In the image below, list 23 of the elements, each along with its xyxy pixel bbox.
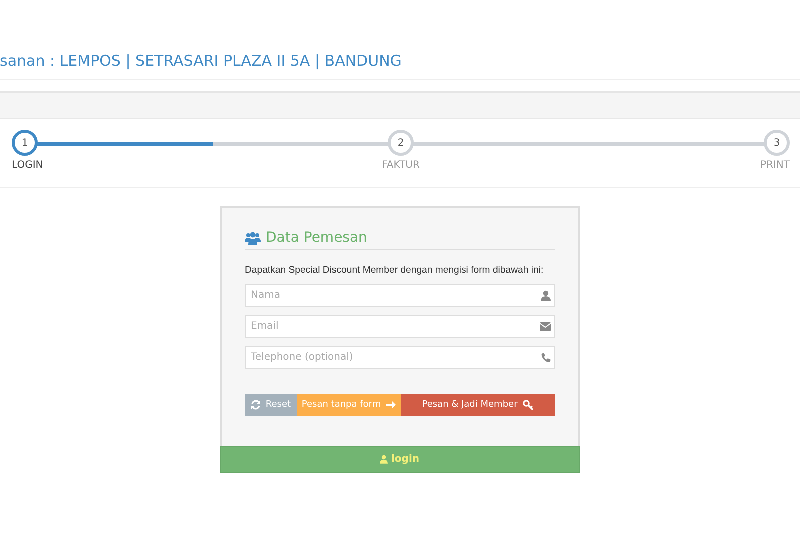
step-label: PRINT	[760, 160, 790, 171]
input-field[interactable]: Telephone (optional)	[245, 346, 555, 369]
step-circle: 3	[764, 130, 790, 156]
refresh-icon	[250, 400, 261, 410]
input-field[interactable]: Email	[245, 315, 555, 338]
input-field[interactable]: Nama	[245, 284, 555, 307]
member-button[interactable]: Pesan & Jadi Member	[401, 394, 555, 416]
user-icon	[541, 290, 551, 301]
users-icon	[245, 232, 261, 244]
login-button[interactable]: login	[220, 446, 580, 473]
step-circle: 1	[12, 130, 38, 156]
key-icon	[522, 400, 534, 410]
guest-button[interactable]: Pesan tanpa form	[297, 394, 401, 416]
user-icon	[380, 455, 388, 464]
arrow-right-icon	[386, 400, 396, 410]
step-circle: 2	[388, 130, 414, 156]
page-title: sanan : LEMPOS | SETRASARI PLAZA II 5A | BANDUNG	[0, 51, 403, 72]
phone-icon	[541, 352, 551, 362]
step-label: LOGIN	[12, 160, 44, 171]
form-intro: Dapatkan Special Discount Member dengan mengisi form dibawah ini:	[245, 264, 545, 277]
reset-button[interactable]: Reset	[245, 394, 297, 416]
form-title: Data Pemesan	[266, 230, 368, 246]
step-label: FAKTUR	[382, 160, 420, 171]
